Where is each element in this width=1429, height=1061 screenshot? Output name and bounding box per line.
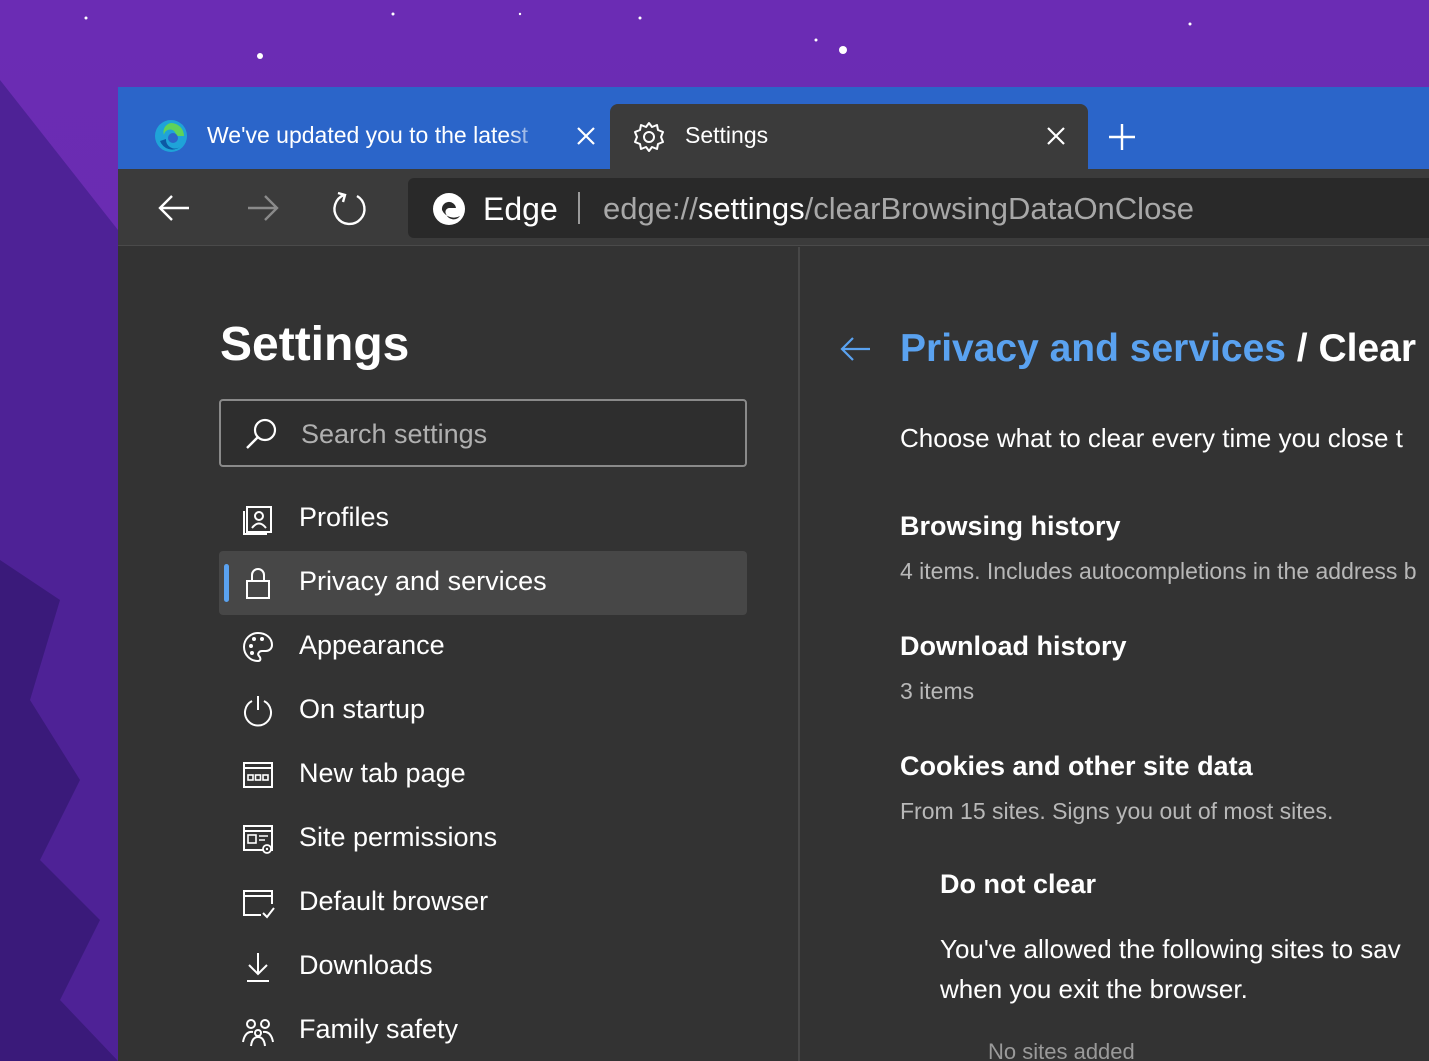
search-input[interactable] [301,415,721,453]
sidebar-item-appearance[interactable]: Appearance [219,615,747,679]
row-subtitle-cookies: From 15 sites. Signs you out of most sit… [900,798,1334,824]
sidebar-item-default-browser[interactable]: Default browser [219,871,747,935]
sidebar-item-family-safety[interactable]: Family safety [219,999,747,1061]
address-bar[interactable]: Edge edge://settings/clearBrowsingDataOn… [408,178,1429,238]
sidebar-item-label: Privacy and services [299,566,547,596]
search-box[interactable] [219,399,747,467]
description-line-1: You've allowed the following sites to sa… [940,934,1401,964]
site-permissions-icon [243,825,273,854]
url-path: /clearBrowsingDataOnClose [804,191,1195,226]
tab-settings[interactable]: Settings [610,104,1088,169]
power-icon [244,696,272,727]
do-not-clear-description: You've allowed the following sites to sa… [940,929,1429,1009]
sidebar-item-label: New tab page [299,758,466,788]
edge-logo-icon [433,193,465,225]
sidebar-item-profiles[interactable]: Profiles [219,487,747,551]
no-sites-note: No sites added [988,1039,1135,1061]
forward-button[interactable] [242,188,282,228]
sidebar-item-label: On startup [299,694,426,724]
url-host: settings [697,191,805,226]
breadcrumb-current: / Clear b [1296,327,1429,370]
tab-whats-new[interactable]: We've updated you to the latest [138,104,608,169]
tab-title: Settings [685,122,769,148]
row-title-browsing-history[interactable]: Browsing history [900,511,1121,542]
refresh-button[interactable] [330,188,370,228]
url-scheme: edge:// [603,191,698,226]
do-not-clear-title: Do not clear [940,869,1097,899]
settings-sidebar: Settings Profiles Privacy and services [118,247,798,1061]
description-line-2: when you exit the browser. [940,974,1248,1004]
download-icon [247,953,269,982]
sidebar-item-site-permissions[interactable]: Site permissions [219,807,747,871]
site-identity: Edge [483,191,558,227]
close-icon[interactable] [574,124,598,148]
gear-icon [634,122,664,152]
sidebar-item-downloads[interactable]: Downloads [219,935,747,999]
sidebar-item-privacy-and-services[interactable]: Privacy and services [219,551,747,615]
breadcrumb: Privacy and services / Clear b [900,327,1429,371]
settings-content: Privacy and services / Clear b Choose wh… [800,247,1429,1061]
breadcrumb-link-privacy[interactable]: Privacy and services [900,327,1286,370]
sidebar-item-label: Default browser [299,886,489,916]
row-subtitle-browsing-history: 4 items. Includes autocompletions in the… [900,558,1417,584]
family-icon [242,1019,274,1047]
sidebar-item-label: Profiles [299,502,390,532]
row-subtitle-download-history: 3 items [900,678,975,704]
lock-icon [246,568,270,599]
tab-strip: We've updated you to the latest Settings [118,87,1429,169]
row-title-download-history[interactable]: Download history [900,631,1127,662]
back-arrow-icon[interactable] [838,331,874,367]
sidebar-item-new-tab-page[interactable]: New tab page [219,743,747,807]
new-tab-button[interactable] [1106,121,1138,153]
browser-window: We've updated you to the latest Settings [118,87,1429,1061]
sidebar-item-on-startup[interactable]: On startup [219,679,747,743]
sidebar-item-label: Downloads [299,950,433,980]
palette-icon [243,631,274,663]
edge-logo-icon [155,120,187,152]
new-tab-icon [243,762,273,788]
tab-title: We've updated you to the latest [207,122,529,148]
page-title: Settings [220,318,410,371]
close-icon[interactable] [1044,124,1068,148]
intro-text: Choose what to clear every time you clos… [900,423,1403,453]
profile-icon [243,506,272,535]
sidebar-item-label: Site permissions [299,822,498,852]
url-text[interactable]: edge://settings/clearBrowsingDataOnClose [603,191,1194,227]
sidebar-item-label: Family safety [299,1014,459,1044]
toolbar: Edge edge://settings/clearBrowsingDataOn… [118,169,1429,246]
row-title-cookies[interactable]: Cookies and other site data [900,751,1253,782]
default-browser-icon [243,890,275,919]
back-button[interactable] [155,188,195,228]
sidebar-item-label: Appearance [299,630,445,660]
search-icon [246,418,277,449]
address-separator [578,192,580,224]
